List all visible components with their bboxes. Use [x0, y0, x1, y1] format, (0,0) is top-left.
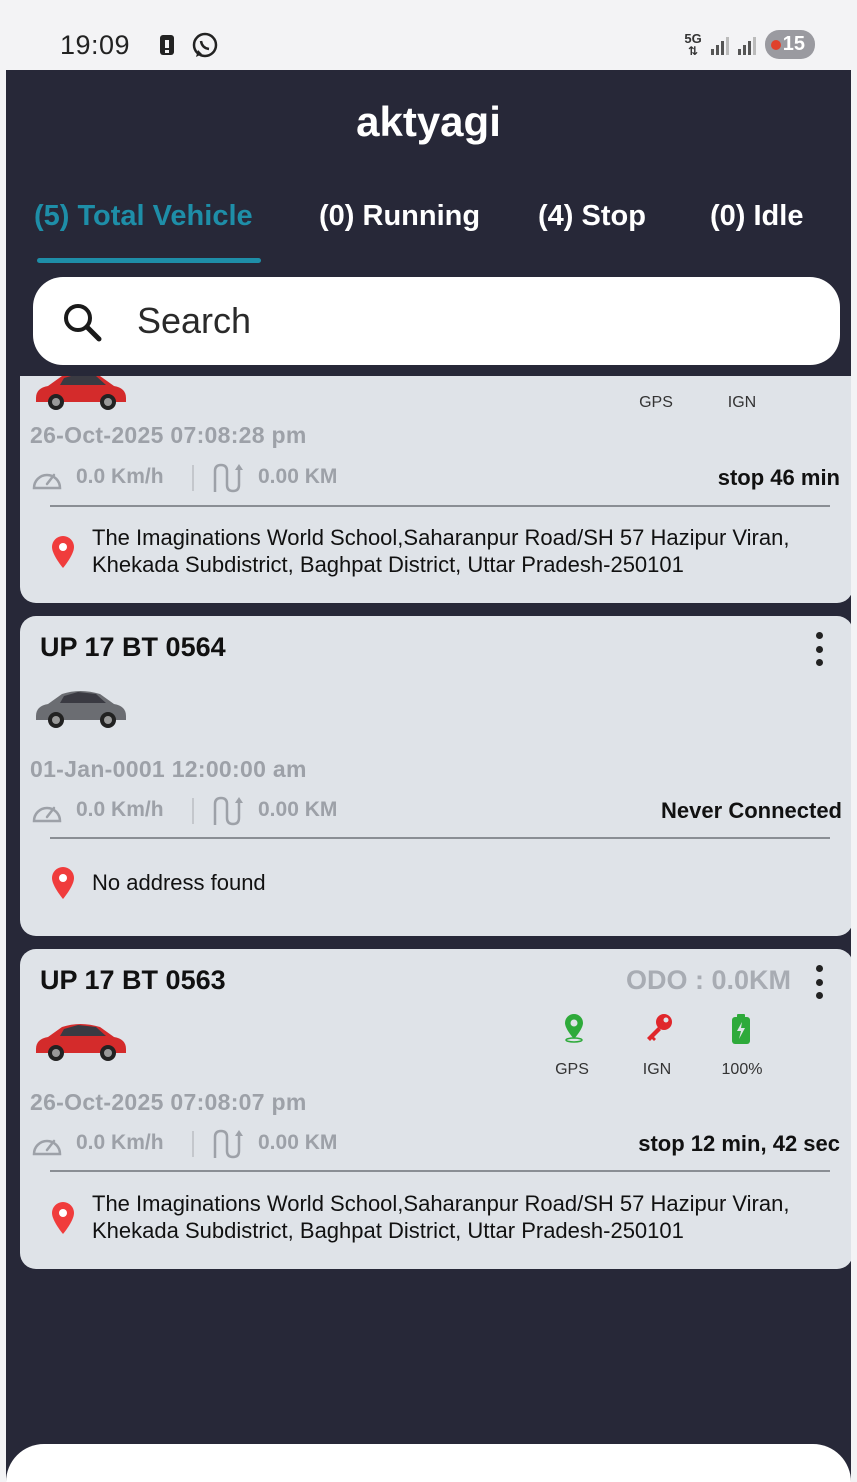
location-pin-icon	[52, 867, 74, 899]
divider	[50, 505, 830, 507]
divider	[192, 465, 194, 491]
vehicle-address: No address found	[92, 870, 266, 895]
car-icon	[36, 1024, 126, 1061]
last-update-time: 01-Jan-0001 12:00:00 am	[30, 756, 307, 782]
speed-value: 0.0 Km/h	[76, 465, 164, 488]
ignition-key-icon	[647, 1014, 672, 1041]
vehicle-address: The Imaginations World School,Saharanpur…	[92, 525, 790, 577]
vehicle-number: UP 17 BT 0563	[40, 965, 226, 995]
vehicle-card[interactable]: UP 17 BT 0563 ODO : 0.0KM GPS IGN 100% 2…	[20, 949, 851, 1269]
location-pin-icon	[52, 1202, 74, 1234]
divider	[192, 1131, 194, 1157]
ign-label: IGN	[727, 394, 757, 411]
search-bar[interactable]	[33, 277, 840, 365]
screen: 19:09 5G ⇅ 15 aktyagi (5) Total Vehicle …	[0, 0, 857, 1482]
battery-label: 100%	[721, 1061, 763, 1078]
tab-stop[interactable]: (4) Stop	[538, 200, 646, 233]
status-bar: 19:09 5G ⇅ 15	[0, 0, 857, 70]
speed-value: 0.0 Km/h	[76, 1131, 164, 1154]
page-title: aktyagi	[356, 98, 501, 145]
gps-icon	[565, 1014, 583, 1043]
network-type: 5G ⇅	[684, 30, 702, 58]
battery-level: 15	[782, 33, 805, 55]
battery-indicator: 15	[764, 30, 815, 59]
distance-value: 0.00 KM	[258, 1131, 338, 1154]
route-icon	[213, 463, 243, 493]
vehicle-address: The Imaginations World School,Saharanpur…	[92, 1191, 790, 1243]
status-time: 19:09	[60, 30, 131, 60]
divider	[50, 837, 830, 839]
battery-icon	[732, 1014, 750, 1044]
vehicle-card[interactable]: GPS IGN 26-Oct-2025 07:08:28 pm 0.0 Km/h…	[20, 376, 851, 603]
search-icon	[64, 304, 102, 342]
bottom-sheet[interactable]	[6, 1444, 851, 1482]
car-icon	[36, 376, 126, 410]
vehicle-status: stop 46 min	[717, 465, 840, 490]
location-pin-icon	[52, 536, 74, 568]
signal-icon-2	[737, 35, 756, 55]
route-icon	[213, 1129, 243, 1159]
vehicle-status: Never Connected	[661, 798, 842, 823]
gps-label: GPS	[555, 1061, 589, 1078]
distance-value: 0.00 KM	[258, 465, 338, 488]
vehicle-list[interactable]: GPS IGN 26-Oct-2025 07:08:28 pm 0.0 Km/h…	[6, 376, 851, 1282]
signal-icon	[710, 35, 729, 55]
more-vert-icon[interactable]	[815, 632, 823, 666]
speedometer-icon	[32, 473, 62, 490]
last-update-time: 26-Oct-2025 07:08:07 pm	[30, 1089, 307, 1115]
notification-icon	[160, 35, 174, 55]
vehicle-number: UP 17 BT 0564	[40, 632, 226, 662]
vehicle-card[interactable]: UP 17 BT 0564 01-Jan-0001 12:00:00 am 0.…	[20, 616, 851, 936]
status-right: 5G ⇅ 15	[684, 30, 815, 59]
tab-running[interactable]: (0) Running	[319, 200, 480, 233]
battery-low-icon	[770, 39, 781, 50]
metric-row: 0.0 Km/h 0.00 KM stop 46 min	[30, 461, 840, 495]
metric-row: 0.0 Km/h 0.00 KM stop 12 min, 42 sec	[30, 1127, 840, 1161]
more-vert-icon[interactable]	[815, 965, 823, 999]
whatsapp-icon	[192, 32, 218, 58]
tab-total-vehicle[interactable]: (5) Total Vehicle	[34, 200, 253, 233]
route-icon	[213, 796, 243, 826]
distance-value: 0.00 KM	[258, 798, 338, 821]
search-input[interactable]	[137, 297, 737, 345]
car-icon	[36, 691, 126, 728]
app-container: aktyagi (5) Total Vehicle (0) Running (4…	[6, 70, 851, 1482]
odometer: ODO : 0.0KM	[625, 965, 791, 995]
tab-idle[interactable]: (0) Idle	[710, 200, 803, 233]
divider	[50, 1170, 830, 1172]
divider	[192, 798, 194, 824]
speed-value: 0.0 Km/h	[76, 798, 164, 821]
tab-bar: (5) Total Vehicle (0) Running (4) Stop (…	[6, 200, 851, 270]
last-update-time: 26-Oct-2025 07:08:28 pm	[30, 422, 307, 448]
vehicle-status: stop 12 min, 42 sec	[638, 1131, 840, 1156]
ign-label: IGN	[642, 1061, 672, 1078]
metric-row: 0.0 Km/h 0.00 KM Never Connected	[30, 794, 842, 828]
speedometer-icon	[32, 806, 62, 823]
active-tab-indicator	[37, 258, 261, 263]
speedometer-icon	[32, 1139, 62, 1156]
gps-label: GPS	[639, 394, 673, 411]
